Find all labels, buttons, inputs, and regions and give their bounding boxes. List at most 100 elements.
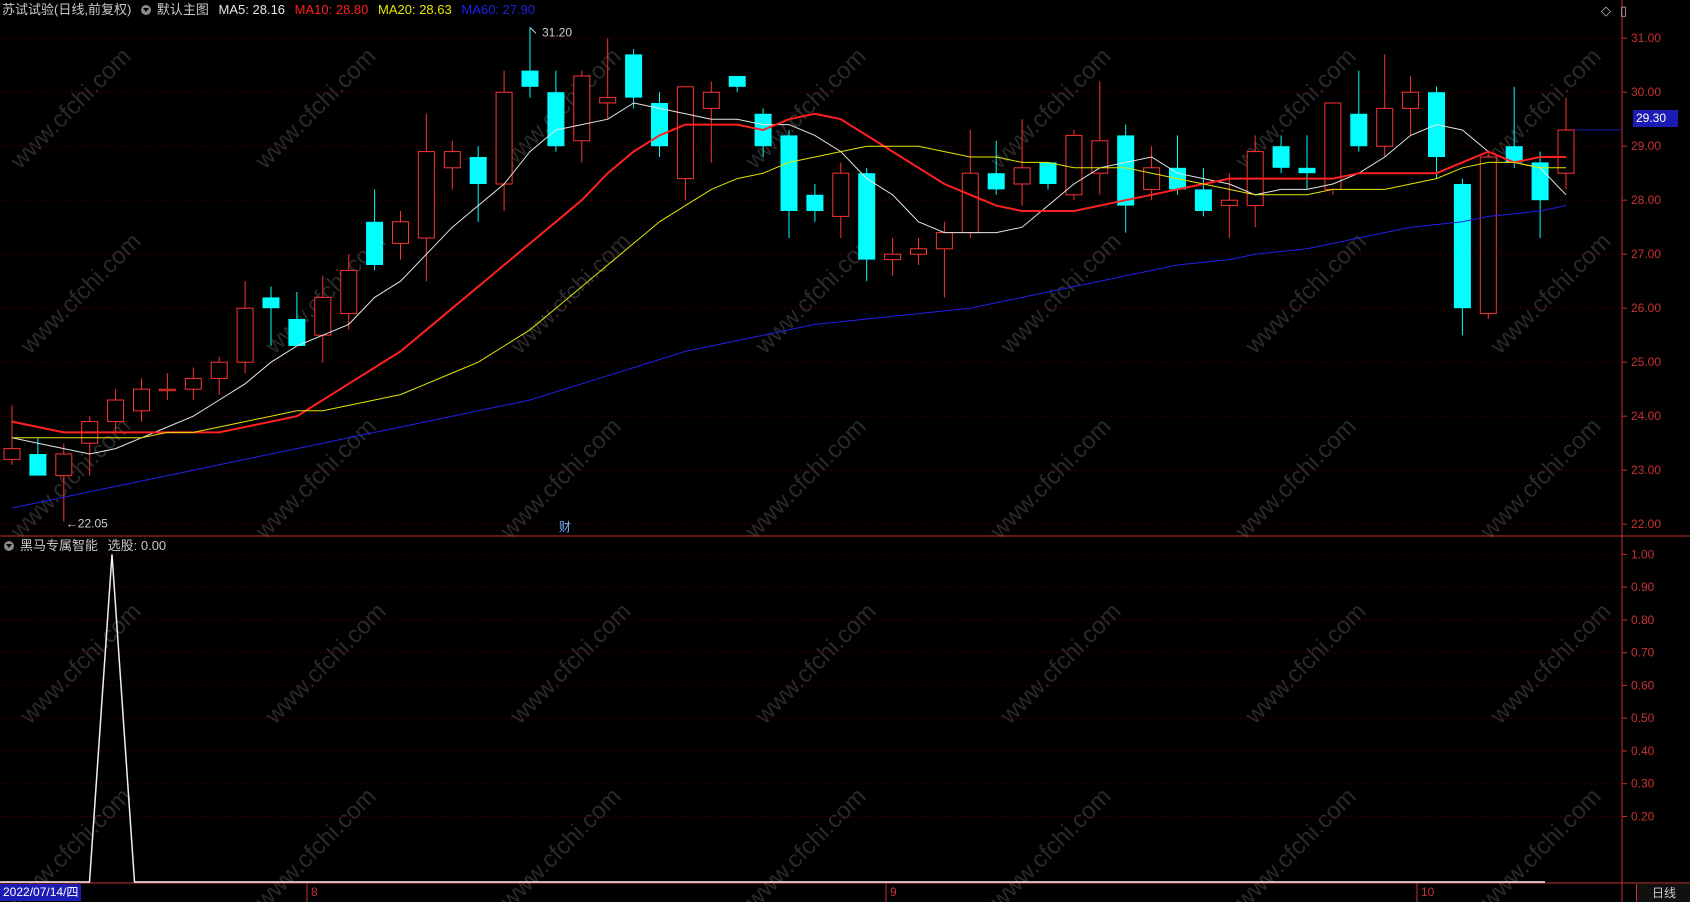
- date-box: 2022/07/14/四: [0, 884, 82, 901]
- dropdown-circle-icon[interactable]: [4, 541, 14, 551]
- y-tick-label: 0.40: [1631, 744, 1655, 758]
- candle-body-up: [1220, 199, 1238, 207]
- diamond-icon[interactable]: ◇: [1601, 3, 1611, 19]
- y-tick-label: 0.80: [1631, 613, 1655, 627]
- candle-body-up: [702, 91, 720, 109]
- watermark-text: www.cfchi.com: [739, 43, 871, 175]
- dropdown-circle-icon[interactable]: [140, 5, 151, 15]
- candle-body-up: [676, 86, 694, 180]
- candle-body-up: [210, 361, 228, 379]
- watermark-text: www.cfchi.com: [994, 598, 1126, 730]
- candle-body-down: [547, 92, 565, 147]
- watermark-text: www.cfchi.com: [1474, 413, 1606, 545]
- ma20-label: MA20: 28.63: [378, 2, 452, 17]
- candle-body-up: [55, 453, 73, 477]
- candle-body-up: [184, 377, 202, 390]
- y-tick-label: 23.00: [1631, 463, 1661, 477]
- candle-body-up: [340, 269, 358, 315]
- period-button[interactable]: 日线: [1636, 884, 1690, 902]
- y-tick-label: 29.00: [1631, 139, 1661, 153]
- y-tick-label: 31.00: [1631, 31, 1661, 45]
- candle-body-up: [133, 388, 150, 412]
- candle-body-up: [1143, 167, 1161, 190]
- watermark-text: www.cfchi.com: [749, 598, 881, 730]
- candle-body-up: [961, 172, 979, 234]
- ma10-label: MA10: 28.80: [294, 2, 369, 17]
- candle-body-down: [806, 194, 824, 211]
- candle-body-up: [158, 388, 176, 392]
- main-chart-label[interactable]: 默认主图: [157, 2, 209, 17]
- y-tick-label: 0.60: [1631, 678, 1655, 692]
- y-tick-label: 22.00: [1631, 517, 1661, 531]
- watermark-text: www.cfchi.com: [1229, 413, 1361, 545]
- y-tick-label: 30.00: [1631, 85, 1661, 99]
- candle-body-up: [417, 151, 435, 239]
- y-tick-label: 0.30: [1631, 777, 1655, 791]
- last-price-label: 29.30: [1633, 110, 1678, 127]
- candle-body-down: [288, 319, 306, 346]
- watermark-text: www.cfchi.com: [494, 783, 626, 902]
- watermark-text: www.cfchi.com: [984, 783, 1116, 902]
- main-chart-header: 苏试试验(日线,前复权) 默认主图 MA5: 28.16 MA10: 28.80…: [2, 0, 541, 20]
- candle-body-down: [625, 54, 643, 98]
- candle-body-down: [366, 221, 384, 265]
- chart-canvas[interactable]: www.cfchi.com www.cfchi.com www.cfchi.com w…: [0, 0, 1690, 902]
- y-tick-label: 24.00: [1631, 409, 1661, 423]
- candle-body-down: [1350, 113, 1368, 147]
- candle-body-down: [469, 157, 487, 184]
- candle-body-up: [392, 221, 409, 244]
- sub-indicator-label[interactable]: 黑马专属智能: [20, 538, 98, 553]
- watermark-text: www.cfchi.com: [4, 43, 136, 175]
- watermark-text: www.cfchi.com: [249, 413, 381, 545]
- candle-body-down: [262, 297, 280, 309]
- candle-body-down: [728, 76, 746, 87]
- max-marker-label: 31.20: [542, 25, 572, 39]
- candle-body-up: [107, 399, 125, 423]
- watermark-text: www.cfchi.com: [1474, 783, 1606, 902]
- candle-body-up: [884, 253, 902, 261]
- candle-body-up: [1557, 129, 1575, 174]
- y-tick-label: 0.90: [1631, 580, 1655, 594]
- watermark-text: www.cfchi.com: [739, 413, 871, 545]
- max-marker-arrow: [529, 27, 537, 34]
- y-tick-label: 28.00: [1631, 193, 1661, 207]
- y-tick-label: 25.00: [1631, 355, 1661, 369]
- min-marker-label: ←22.05: [66, 517, 108, 531]
- y-tick-label: 0.20: [1631, 809, 1655, 823]
- watermark-text: www.cfchi.com: [994, 228, 1126, 360]
- sub-chart-header: 黑马专属智能 选股: 0.00: [4, 536, 172, 556]
- month-label-8: 8: [311, 885, 318, 899]
- watermark-text: www.cfchi.com: [14, 598, 146, 730]
- watermark-text: www.cfchi.com: [1484, 598, 1616, 730]
- candle-body-up: [495, 91, 513, 185]
- y-tick-label: 0.70: [1631, 646, 1655, 660]
- candle-body-up: [1065, 134, 1083, 196]
- sub-value-text: 选股: 0.00: [107, 538, 167, 553]
- candle-body-down: [1117, 135, 1135, 206]
- y-tick-label: 27.00: [1631, 247, 1661, 261]
- candle-body-up: [1376, 107, 1394, 147]
- watermark-text: www.cfchi.com: [14, 228, 146, 360]
- candle-body-up: [3, 448, 21, 460]
- candle-body-up: [910, 248, 927, 255]
- candle-body-up: [1402, 91, 1420, 109]
- candle-body-down: [1453, 184, 1471, 309]
- candle-body-up: [573, 75, 591, 142]
- watermark-text: www.cfchi.com: [1484, 228, 1616, 360]
- ma60-label: MA60: 27.90: [461, 2, 536, 17]
- watermark-text: www.cfchi.com: [1239, 228, 1371, 360]
- stock-title: 苏试试验(日线,前复权): [2, 2, 132, 17]
- candle-body-up: [1013, 167, 1031, 185]
- candle-body-down: [1039, 162, 1057, 184]
- candle-body-up: [314, 296, 332, 336]
- candle-body-down: [521, 70, 539, 87]
- candle-body-up: [1479, 156, 1497, 315]
- watermark-text: www.cfchi.com: [739, 783, 871, 902]
- menu-icon[interactable]: ▯: [1620, 3, 1627, 19]
- month-label-10: 10: [1421, 885, 1435, 899]
- ma5-label: MA5: 28.16: [218, 2, 286, 17]
- candle-body-up: [832, 172, 850, 217]
- candle-body-up: [935, 232, 953, 250]
- candle-body-down: [1272, 146, 1290, 168]
- y-tick-label: 0.50: [1631, 711, 1655, 725]
